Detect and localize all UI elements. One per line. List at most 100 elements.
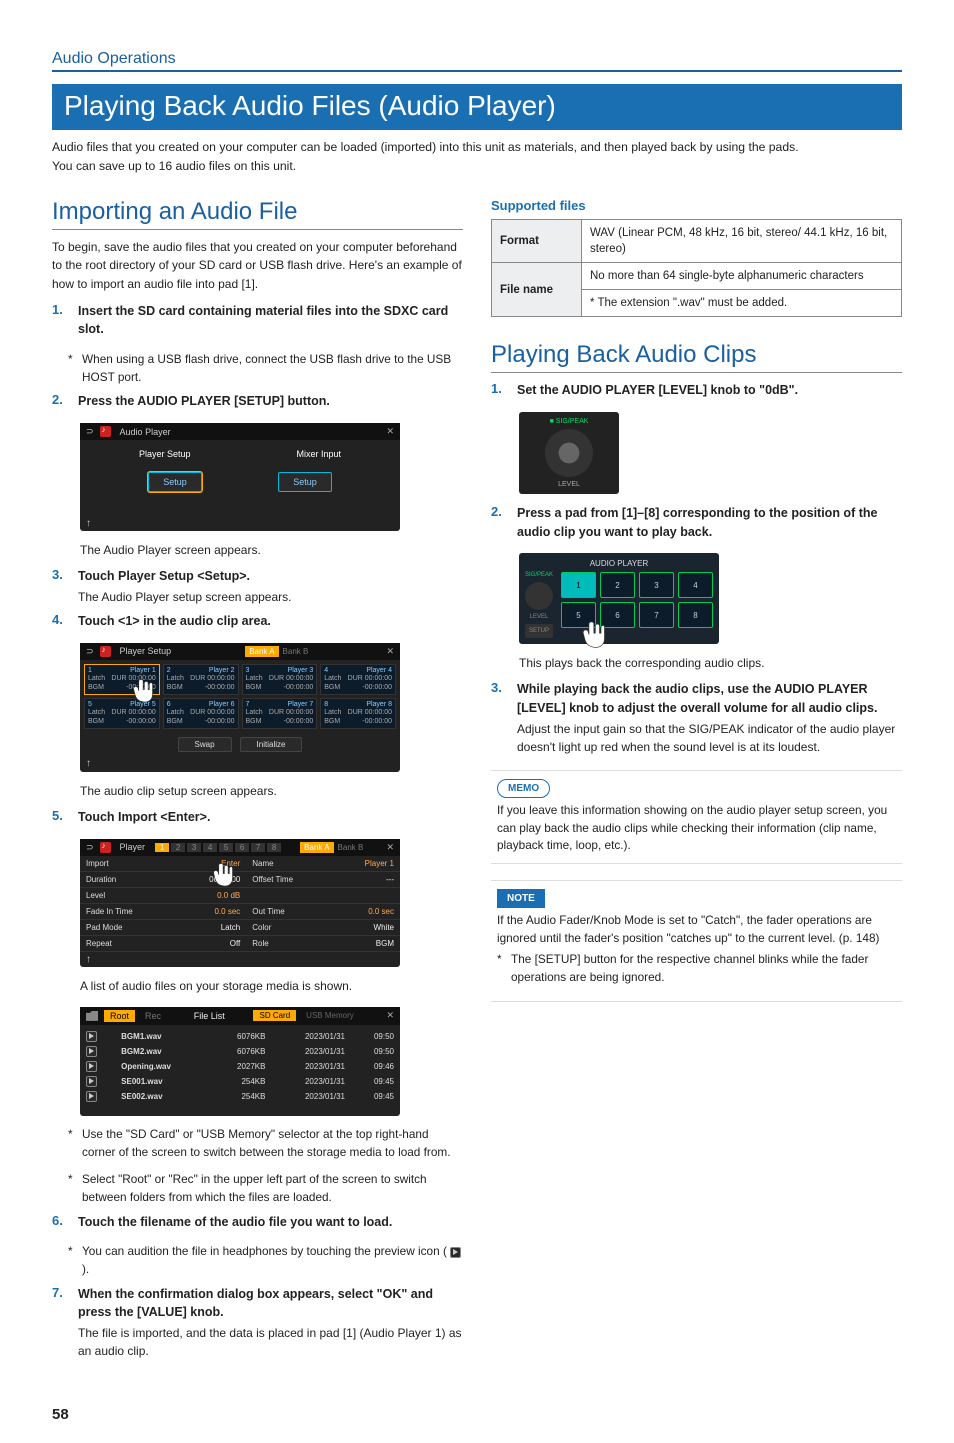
- memo-body: If you leave this information showing on…: [497, 802, 896, 855]
- step-1-note: *When using a USB flash drive, connect t…: [68, 351, 463, 386]
- back-icon: ⊃: [86, 842, 94, 853]
- audio-player-screenshot: ⊃Audio Player✕ Player SetupMixer Input S…: [80, 423, 400, 531]
- intro-text: Audio files that you created on your com…: [52, 138, 902, 176]
- page-title: Playing Back Audio Files (Audio Player): [52, 84, 902, 130]
- close-icon: ✕: [386, 842, 394, 853]
- audio-player-pad-screenshot: AUDIO PLAYER SIG/PEAK LEVEL SETUP 1 2 3 …: [519, 553, 719, 644]
- step-5-text: Touch Import <Enter>.: [78, 808, 463, 827]
- music-icon: [100, 646, 111, 657]
- sd-note: *Use the "SD Card" or "USB Memory" selec…: [68, 1126, 463, 1161]
- pad-cell: 8Player 8LatchDUR 00:00:00BGM-00:00:00: [320, 698, 396, 729]
- back-icon: ⊃: [86, 426, 94, 437]
- step-7: 7. When the confirmation dialog box appe…: [52, 1285, 463, 1361]
- pb-step-3: 3. While playing back the audio clips, u…: [491, 680, 902, 756]
- step-5-caption: A list of audio files on your storage me…: [80, 979, 463, 993]
- ap-pad: 4: [678, 572, 713, 598]
- step-number: 1.: [52, 302, 68, 342]
- step-number: 7.: [52, 1285, 68, 1361]
- ap-pad: 3: [639, 572, 674, 598]
- ap-pad: 2: [600, 572, 635, 598]
- step-4-text: Touch <1> in the audio clip area.: [78, 612, 463, 631]
- playback-heading: Playing Back Audio Clips: [491, 341, 902, 373]
- step-number: 6.: [52, 1213, 68, 1234]
- sig-peak-label: SIG/PEAK: [525, 572, 553, 578]
- pad-cell: 5Player 5LatchDUR 00:00:00BGM-00:00:00: [84, 698, 160, 729]
- step-2-caption: The Audio Player screen appears.: [80, 543, 463, 557]
- pb-step-3-text: While playing back the audio clips, use …: [517, 680, 902, 718]
- pb-step-2-caption: This plays back the corresponding audio …: [519, 656, 902, 670]
- preview-icon: [450, 1247, 461, 1258]
- intro-line-2: You can save up to 16 audio files on thi…: [52, 157, 902, 176]
- import-heading: Importing an Audio File: [52, 198, 463, 230]
- player-setup-screenshot: ⊃Player Setup Bank ABank B ✕ 1Player 1La…: [80, 643, 400, 772]
- step-2: 2. Press the AUDIO PLAYER [SETUP] button…: [52, 392, 463, 413]
- filename-value-1: No more than 64 single-byte alphanumeric…: [582, 263, 902, 290]
- note-box: NOTE If the Audio Fader/Knob Mode is set…: [491, 880, 902, 1002]
- bank-b: Bank B: [334, 842, 368, 853]
- step-3-text: Touch Player Setup <Setup>.: [78, 567, 463, 586]
- filename-header: File name: [492, 263, 582, 317]
- ap-title: AUDIO PLAYER: [525, 559, 713, 568]
- initialize-button: Initialize: [240, 737, 303, 752]
- ap-pad: 5: [561, 602, 596, 628]
- step-number: 2.: [52, 392, 68, 413]
- music-icon: [100, 426, 111, 437]
- player-detail-screenshot: ⊃Player 12345678 Bank ABank B ✕ ImportEn…: [80, 839, 400, 967]
- shot-title: Player: [120, 842, 146, 852]
- root-note: *Select "Root" or "Rec" in the upper lef…: [68, 1171, 463, 1206]
- step-number: 5.: [52, 808, 68, 829]
- step-4: 4. Touch <1> in the audio clip area.: [52, 612, 463, 633]
- ap-pad: 7: [639, 602, 674, 628]
- supported-table: FormatWAV (Linear PCM, 48 kHz, 16 bit, s…: [491, 219, 902, 317]
- root-tab: Root: [104, 1010, 135, 1022]
- step-1: 1. Insert the SD card containing materia…: [52, 302, 463, 342]
- step-5: 5. Touch Import <Enter>.: [52, 808, 463, 829]
- usb-tab: USB Memory: [302, 1010, 358, 1021]
- import-lead: To begin, save the audio files that you …: [52, 238, 463, 294]
- step-number: 4.: [52, 612, 68, 633]
- pad-cell: 1Player 1LatchDUR 00:00:00BGM-00:00:00: [84, 664, 160, 695]
- file-list-screenshot: Root Rec File List SD Card USB Memory ✕ …: [80, 1007, 400, 1116]
- pad-cell: 4Player 4LatchDUR 00:00:00BGM-00:00:00: [320, 664, 396, 695]
- ap-pad: 1: [561, 572, 596, 598]
- level-knob-image: ■ SIG/PEAK LEVEL: [519, 412, 619, 494]
- file-row: BGM1.wav6076KB2023/01/3109:50: [80, 1029, 400, 1044]
- pad-cell: 6Player 6LatchDUR 00:00:00BGM-00:00:00: [163, 698, 239, 729]
- note-sub: The [SETUP] button for the respective ch…: [511, 951, 896, 986]
- close-icon: ✕: [386, 646, 394, 657]
- format-value: WAV (Linear PCM, 48 kHz, 16 bit, stereo/…: [582, 219, 902, 262]
- tab: Mixer Input: [296, 449, 341, 459]
- music-icon: [100, 842, 111, 853]
- ap-pad: 8: [678, 602, 713, 628]
- step-2-text: Press the AUDIO PLAYER [SETUP] button.: [78, 392, 463, 411]
- swap-button: Swap: [178, 737, 232, 752]
- folder-icon: [86, 1011, 98, 1021]
- page-number: 58: [52, 1406, 902, 1423]
- note-body: If the Audio Fader/Knob Mode is set to "…: [497, 912, 896, 947]
- section-header: Audio Operations: [52, 50, 902, 72]
- filename-value-2: * The extension ".wav" must be added.: [582, 290, 902, 317]
- shot-title: Audio Player: [120, 427, 171, 437]
- setup-button: SETUP: [525, 624, 553, 638]
- file-row: SE002.wav254KB2023/01/3109:45: [80, 1089, 400, 1104]
- shot-title: Player Setup: [120, 646, 172, 656]
- pad-cell: 7Player 7LatchDUR 00:00:00BGM-00:00:00: [242, 698, 318, 729]
- setup-button: Setup: [148, 472, 202, 492]
- step-number: 3.: [52, 567, 68, 606]
- pb-step-1: 1. Set the AUDIO PLAYER [LEVEL] knob to …: [491, 381, 902, 402]
- step-number: 1.: [491, 381, 507, 402]
- setup-button: Setup: [278, 472, 332, 492]
- pb-step-3-caption: Adjust the input gain so that the SIG/PE…: [517, 720, 902, 756]
- step-6-text: Touch the filename of the audio file you…: [78, 1213, 463, 1232]
- note-tag: NOTE: [497, 889, 545, 908]
- step-7-caption: The file is imported, and the data is pl…: [78, 1324, 463, 1360]
- step-3: 3. Touch Player Setup <Setup>. The Audio…: [52, 567, 463, 606]
- step-1-text: Insert the SD card containing material f…: [78, 302, 463, 340]
- pad-cell: 3Player 3LatchDUR 00:00:00BGM-00:00:00: [242, 664, 318, 695]
- rec-tab: Rec: [141, 1010, 165, 1022]
- step-6-note: *You can audition the file in headphones…: [68, 1243, 463, 1278]
- level-knob: [525, 582, 553, 610]
- step-4-caption: The audio clip setup screen appears.: [80, 784, 463, 798]
- step-7-text: When the confirmation dialog box appears…: [78, 1285, 463, 1323]
- tab: Player Setup: [139, 449, 191, 459]
